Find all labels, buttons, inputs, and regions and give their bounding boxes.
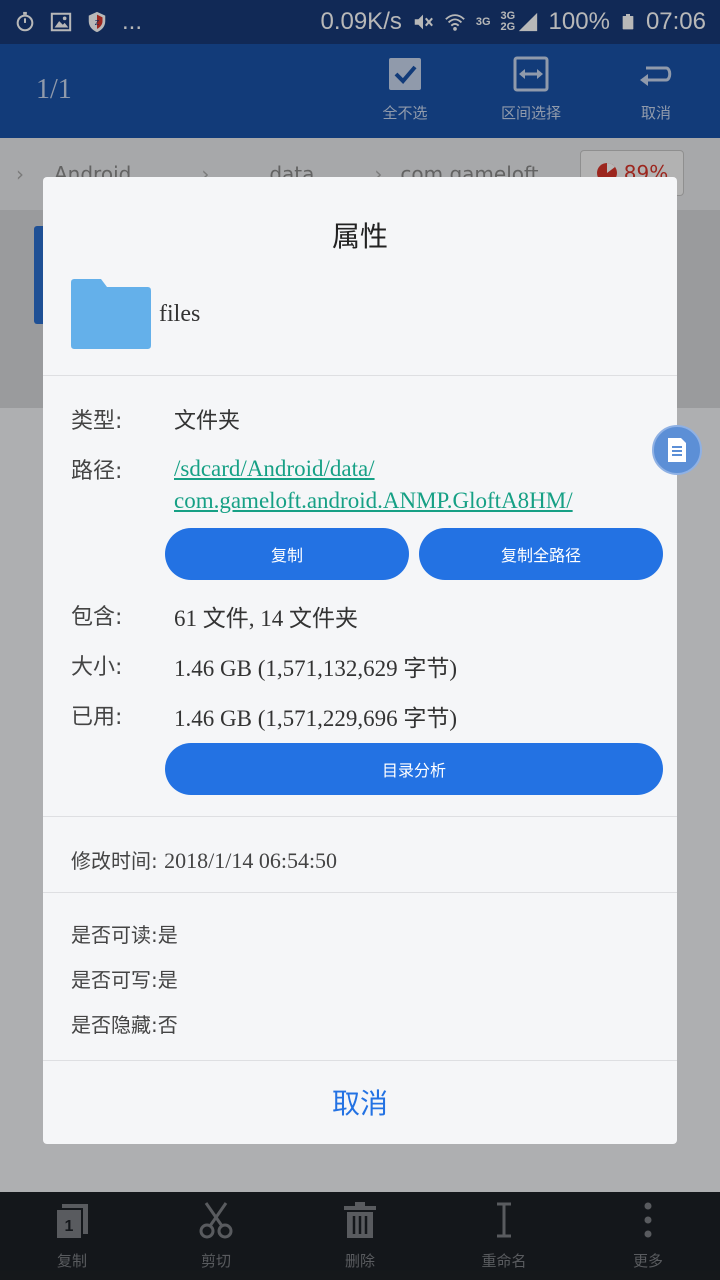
copy-path-button[interactable]: 复制 — [165, 528, 409, 580]
writable-row: 是否可写:是 — [71, 964, 178, 993]
path-label: 路径: — [71, 459, 123, 484]
used-label: 已用: — [71, 705, 123, 730]
contains-label: 包含: — [71, 605, 123, 630]
modified-time-value: 2018/1/14 06:54:50 — [164, 848, 338, 873]
path-link[interactable]: /sdcard/Android/data/ com.gameloft.andro… — [174, 453, 573, 517]
contains-value: 61 文件, 14 文件夹 — [174, 606, 358, 631]
size-value: 1.46 GB (1,571,132,629 字节) — [174, 656, 458, 681]
type-label: 类型: — [71, 409, 123, 434]
hidden-label: 是否隐藏: — [71, 1013, 158, 1037]
floating-document-button[interactable] — [652, 425, 702, 475]
writable-label: 是否可写: — [71, 968, 158, 992]
size-label: 大小: — [71, 655, 123, 680]
writable-value: 是 — [157, 968, 178, 992]
modified-time-label: 修改时间: — [71, 849, 158, 873]
divider — [43, 816, 677, 817]
folder-icon — [71, 279, 151, 349]
dialog-cancel-button[interactable]: 取消 — [43, 1060, 677, 1144]
type-value: 文件夹 — [174, 409, 241, 434]
path-line-1: /sdcard/Android/data/ — [174, 456, 375, 481]
folder-name: files — [159, 301, 201, 327]
used-value: 1.46 GB (1,571,229,696 字节) — [174, 706, 458, 731]
divider — [43, 892, 677, 893]
path-line-2: com.gameloft.android.ANMP.GloftA8HM/ — [174, 488, 573, 513]
copy-full-path-button[interactable]: 复制全路径 — [419, 528, 663, 580]
hidden-value: 否 — [157, 1013, 178, 1037]
properties-dialog: 属性 files 类型: 文件夹 路径: /sdcard/Android/dat… — [43, 177, 677, 1144]
document-icon — [668, 438, 686, 462]
divider — [43, 375, 677, 376]
readable-row: 是否可读:是 — [71, 919, 178, 948]
readable-value: 是 — [157, 923, 178, 947]
directory-analysis-button[interactable]: 目录分析 — [165, 743, 663, 795]
dialog-title: 属性 — [331, 220, 388, 253]
hidden-row: 是否隐藏:否 — [71, 1009, 178, 1038]
readable-label: 是否可读: — [71, 923, 158, 947]
modified-time-row: 修改时间: 2018/1/14 06:54:50 — [71, 845, 337, 874]
